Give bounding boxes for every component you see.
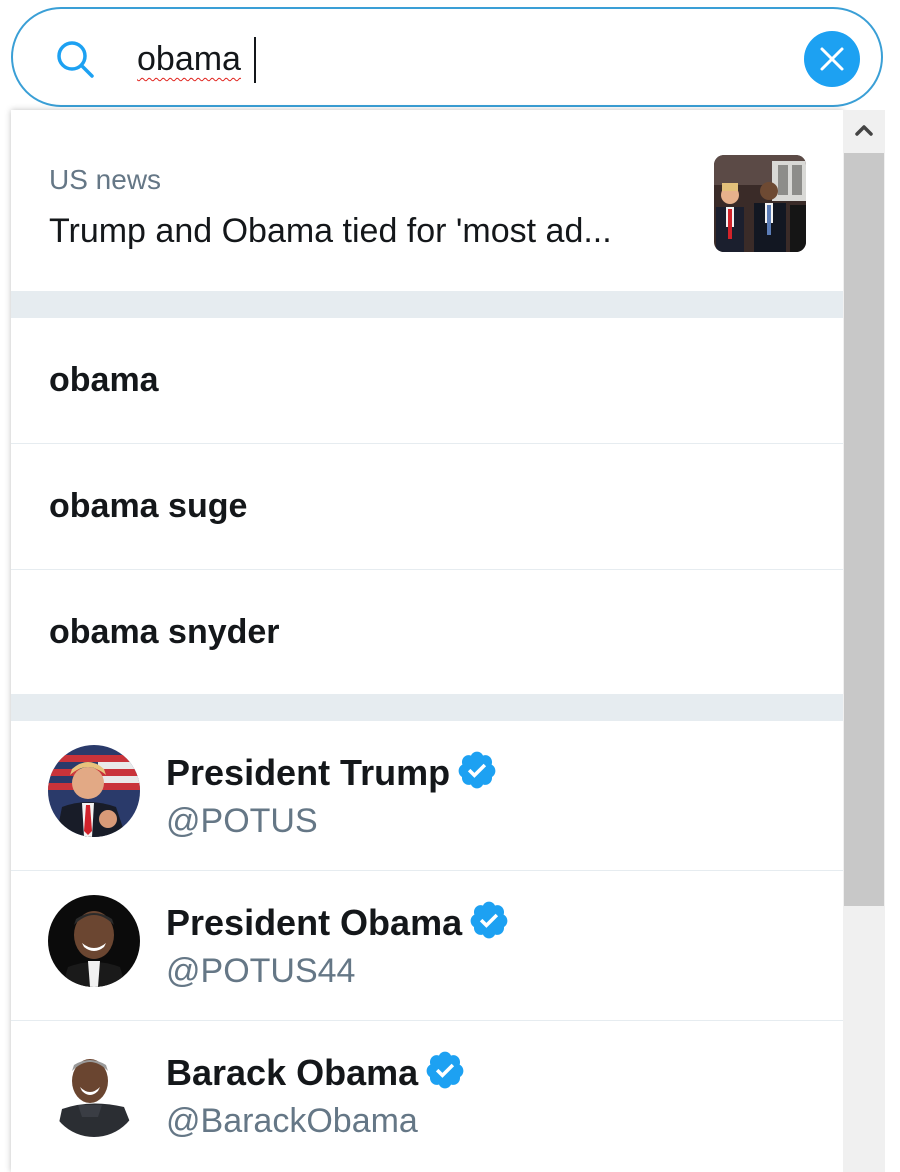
section-separator	[11, 291, 843, 318]
verified-badge-icon	[458, 751, 496, 789]
search-icon	[55, 39, 95, 79]
section-separator	[11, 694, 843, 721]
verified-badge-icon	[426, 1051, 464, 1089]
user-name-text: President Obama	[166, 902, 463, 943]
user-suggestion[interactable]: President Obama @POTUS44	[11, 871, 843, 1021]
user-name-text: Barack Obama	[166, 1052, 419, 1093]
chevron-up-icon	[855, 125, 873, 136]
news-suggestion[interactable]: US news Trump and Obama tied for 'most a…	[11, 110, 843, 291]
avatar	[48, 745, 140, 837]
user-suggestion[interactable]: President Trump @POTUS	[11, 721, 843, 871]
query-suggestion-text: obama	[49, 361, 159, 399]
user-name-text: President Trump	[166, 752, 451, 793]
verified-badge-icon	[470, 901, 508, 939]
clear-search-button[interactable]	[804, 31, 860, 87]
query-suggestion[interactable]: obama suge	[11, 444, 843, 570]
user-suggestion[interactable]: Barack Obama @BarackObama	[11, 1021, 843, 1171]
query-suggestion-text: obama snyder	[49, 613, 280, 651]
user-name: President Trump	[166, 749, 498, 795]
query-suggestion-text: obama suge	[49, 487, 248, 525]
text-caret	[254, 37, 256, 83]
scrollbar-thumb[interactable]	[844, 153, 884, 906]
query-suggestion[interactable]: obama snyder	[11, 570, 843, 694]
avatar	[48, 1045, 140, 1137]
dropdown-scrollbar[interactable]	[843, 110, 885, 1172]
user-handle: @POTUS	[166, 802, 318, 840]
close-icon	[820, 47, 844, 71]
user-handle: @BarackObama	[166, 1102, 418, 1140]
search-suggestions-dropdown: US news Trump and Obama tied for 'most a…	[11, 110, 843, 1172]
avatar	[48, 895, 140, 987]
user-name: Barack Obama	[166, 1049, 466, 1095]
news-category: US news	[49, 164, 162, 195]
query-suggestion[interactable]: obama	[11, 318, 843, 444]
user-handle: @POTUS44	[166, 952, 356, 990]
news-headline: Trump and Obama tied for 'most ad...	[49, 212, 612, 250]
search-bar[interactable]: obama	[11, 7, 883, 107]
scroll-up-button[interactable]	[843, 110, 885, 152]
news-thumbnail	[714, 155, 806, 252]
user-name: President Obama	[166, 899, 510, 945]
search-input[interactable]: obama	[137, 33, 241, 85]
